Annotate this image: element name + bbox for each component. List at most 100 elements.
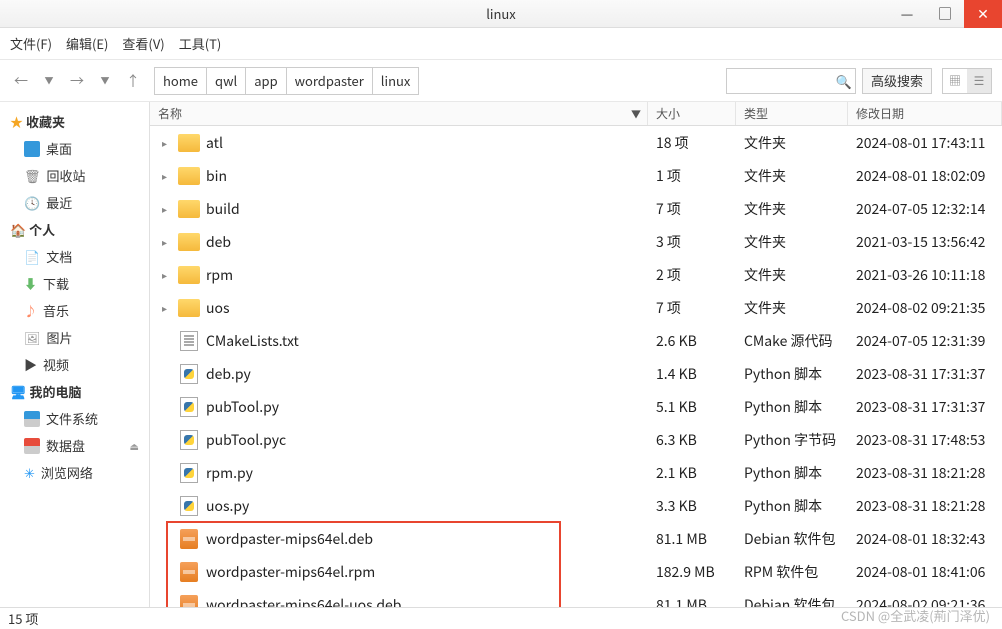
cell-name: deb.py xyxy=(150,363,648,385)
window-title: linux xyxy=(486,4,516,23)
content: 名称▼ 大小 类型 修改日期 ▸atl18 项文件夹2024-08-01 17:… xyxy=(150,102,1002,607)
sidebar-item-documents[interactable]: 📄文档 xyxy=(0,243,149,270)
expand-icon[interactable]: ▸ xyxy=(162,234,172,249)
cell-type: 文件夹 xyxy=(736,265,848,285)
cell-date: 2024-08-01 18:41:06 xyxy=(848,562,1002,582)
cell-date: 2023-08-31 18:21:28 xyxy=(848,463,1002,483)
file-name: wordpaster-mips64el-uos.deb xyxy=(206,595,401,608)
cell-size: 2 项 xyxy=(648,265,736,285)
table-row[interactable]: ▸uos7 项文件夹2024-08-02 09:21:35 xyxy=(150,291,1002,324)
table-row[interactable]: pubTool.pyc6.3 KBPython 字节码2023-08-31 17… xyxy=(150,423,1002,456)
cell-size: 18 项 xyxy=(648,133,736,153)
sidebar-item-desktop[interactable]: 桌面 xyxy=(0,135,149,162)
sidebar-item-trash[interactable]: 🗑回收站 xyxy=(0,162,149,189)
crumb-wordpaster[interactable]: wordpaster xyxy=(287,68,373,94)
music-icon: ♪ xyxy=(24,301,37,320)
cell-date: 2023-08-31 18:21:28 xyxy=(848,496,1002,516)
back-button[interactable]: ← xyxy=(10,70,32,92)
file-name: rpm xyxy=(206,265,233,285)
sidebar-item-filesystem[interactable]: 文件系统 xyxy=(0,405,149,432)
sidebar-item-datadisk[interactable]: 数据盘⏏ xyxy=(0,432,149,459)
status-text: 15 项 xyxy=(8,609,38,628)
list-view-icon[interactable]: ☰ xyxy=(967,69,991,93)
cell-name: ▸deb xyxy=(150,231,648,253)
table-row[interactable]: rpm.py2.1 KBPython 脚本2023-08-31 18:21:28 xyxy=(150,456,1002,489)
cell-type: Python 脚本 xyxy=(736,463,848,483)
window-buttons: — □ ✕ xyxy=(888,0,1002,28)
table-row[interactable]: ▸rpm2 项文件夹2021-03-26 10:11:18 xyxy=(150,258,1002,291)
expand-icon[interactable]: ▸ xyxy=(162,201,172,216)
table-row[interactable]: wordpaster-mips64el-uos.deb81.1 MBDebian… xyxy=(150,588,1002,607)
download-icon: ⬇ xyxy=(24,274,37,293)
folder-icon xyxy=(178,198,200,220)
cell-type: Debian 软件包 xyxy=(736,595,848,608)
column-name[interactable]: 名称▼ xyxy=(150,102,648,125)
table-row[interactable]: ▸atl18 项文件夹2024-08-01 17:43:11 xyxy=(150,126,1002,159)
table-row[interactable]: ▸deb3 项文件夹2021-03-15 13:56:42 xyxy=(150,225,1002,258)
menu-file[interactable]: 文件(F) xyxy=(10,34,52,53)
sidebar-item-downloads[interactable]: ⬇下载 xyxy=(0,270,149,297)
cell-type: 文件夹 xyxy=(736,166,848,186)
crumb-app[interactable]: app xyxy=(246,68,286,94)
table-row[interactable]: ▸bin1 项文件夹2024-08-01 18:02:09 xyxy=(150,159,1002,192)
video-icon: ▶ xyxy=(24,355,37,374)
expand-icon[interactable]: ▸ xyxy=(162,300,172,315)
column-type[interactable]: 类型 xyxy=(736,102,848,125)
crumb-linux[interactable]: linux xyxy=(373,68,419,94)
expand-icon[interactable]: ▸ xyxy=(162,267,172,282)
sidebar-item-music[interactable]: ♪音乐 xyxy=(0,297,149,324)
cell-name: uos.py xyxy=(150,495,648,517)
forward-button[interactable]: → xyxy=(66,70,88,92)
cell-name: pubTool.py xyxy=(150,396,648,418)
cell-date: 2021-03-15 13:56:42 xyxy=(848,232,1002,252)
file-name: pubTool.py xyxy=(206,397,279,417)
menu-tools[interactable]: 工具(T) xyxy=(179,34,222,53)
table-row[interactable]: ▸build7 项文件夹2024-07-05 12:32:14 xyxy=(150,192,1002,225)
column-headers: 名称▼ 大小 类型 修改日期 xyxy=(150,102,1002,126)
table-row[interactable]: wordpaster-mips64el.deb81.1 MBDebian 软件包… xyxy=(150,522,1002,555)
picture-icon: 🖼 xyxy=(24,328,41,347)
cell-size: 81.1 MB xyxy=(648,529,736,549)
cell-type: 文件夹 xyxy=(736,133,848,153)
cell-size: 2.1 KB xyxy=(648,463,736,483)
file-name: pubTool.pyc xyxy=(206,430,286,450)
table-row[interactable]: pubTool.py5.1 KBPython 脚本2023-08-31 17:3… xyxy=(150,390,1002,423)
column-modified[interactable]: 修改日期 xyxy=(848,102,1002,125)
folder-icon xyxy=(178,165,200,187)
cell-type: Python 脚本 xyxy=(736,496,848,516)
expand-icon[interactable]: ▸ xyxy=(162,135,172,150)
expand-icon[interactable]: ▸ xyxy=(162,168,172,183)
minimize-button[interactable]: — xyxy=(888,0,926,28)
up-button[interactable]: ↑ xyxy=(122,70,144,92)
crumb-qwl[interactable]: qwl xyxy=(207,68,246,94)
table-row[interactable]: wordpaster-mips64el.rpm182.9 MBRPM 软件包20… xyxy=(150,555,1002,588)
breadcrumb: home qwl app wordpaster linux xyxy=(154,67,419,95)
cell-size: 2.6 KB xyxy=(648,331,736,351)
menu-view[interactable]: 查看(V) xyxy=(122,34,164,53)
crumb-home[interactable]: home xyxy=(155,68,207,94)
sidebar-item-recent[interactable]: 🕓最近 xyxy=(0,189,149,216)
sidebar-item-pictures[interactable]: 🖼图片 xyxy=(0,324,149,351)
deb-icon xyxy=(178,594,200,608)
search-icon[interactable]: 🔍 xyxy=(836,71,852,90)
table-row[interactable]: CMakeLists.txt2.6 KBCMake 源代码2024-07-05 … xyxy=(150,324,1002,357)
txt-icon xyxy=(178,330,200,352)
forward-dropdown[interactable]: ▼ xyxy=(94,70,116,92)
history-dropdown[interactable]: ▼ xyxy=(38,70,60,92)
sidebar-favorites-header: ★ 收藏夹 xyxy=(0,108,149,135)
eject-icon[interactable]: ⏏ xyxy=(130,438,139,453)
grid-view-icon[interactable]: ▦ xyxy=(943,69,967,93)
close-button[interactable]: ✕ xyxy=(964,0,1002,28)
table-row[interactable]: deb.py1.4 KBPython 脚本2023-08-31 17:31:37 xyxy=(150,357,1002,390)
file-name: atl xyxy=(206,133,223,153)
search-box: 🔍 高级搜索 ▦ ☰ xyxy=(726,68,992,94)
menu-edit[interactable]: 编辑(E) xyxy=(66,34,108,53)
cell-date: 2024-08-01 18:02:09 xyxy=(848,166,1002,186)
maximize-button[interactable]: □ xyxy=(926,0,964,28)
sidebar-item-videos[interactable]: ▶视频 xyxy=(0,351,149,378)
advanced-search-button[interactable]: 高级搜索 xyxy=(862,68,932,94)
table-row[interactable]: uos.py3.3 KBPython 脚本2023-08-31 18:21:28 xyxy=(150,489,1002,522)
column-size[interactable]: 大小 xyxy=(648,102,736,125)
cell-type: RPM 软件包 xyxy=(736,562,848,582)
sidebar-item-network[interactable]: ✳浏览网络 xyxy=(0,459,149,486)
